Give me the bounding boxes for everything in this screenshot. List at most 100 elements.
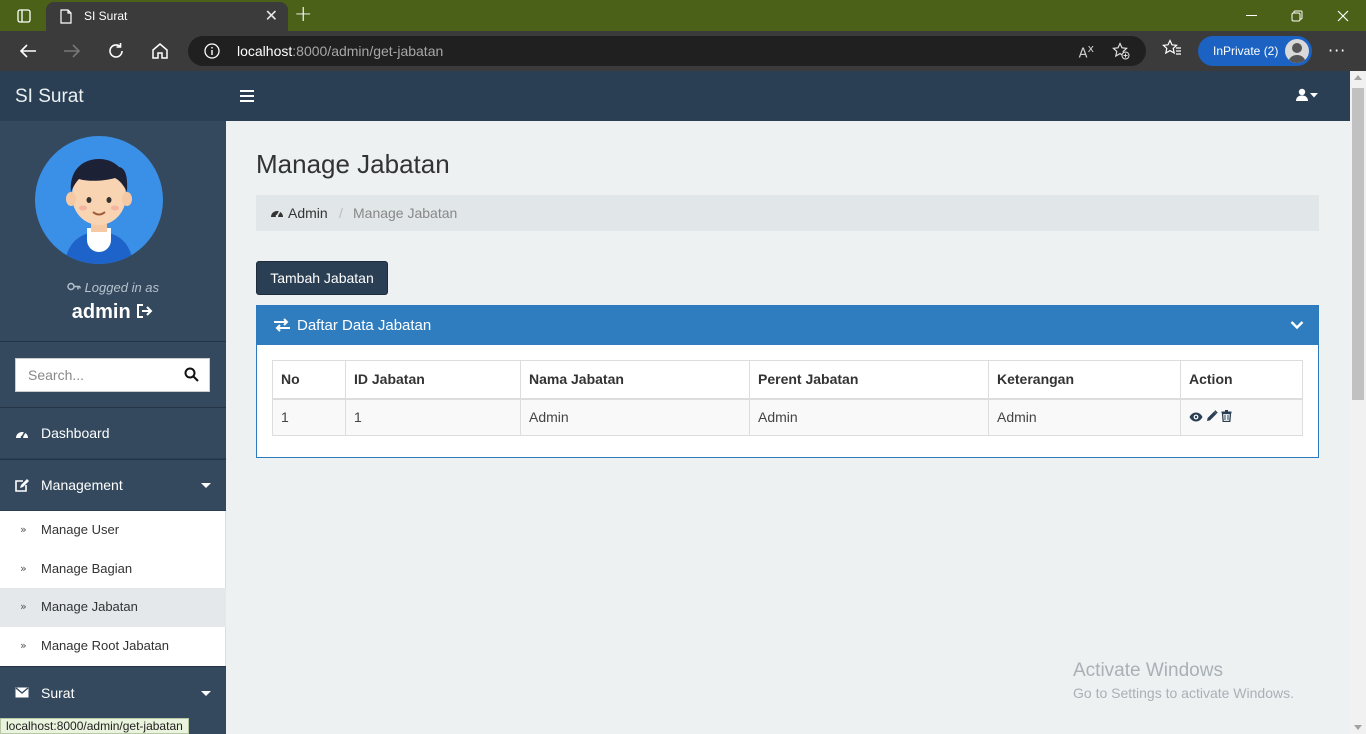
exchange-icon	[273, 318, 291, 336]
sidebar-item-manage-bagian[interactable]: » Manage Bagian	[0, 550, 226, 589]
minimize-icon[interactable]	[1228, 0, 1274, 31]
forward-icon[interactable]	[60, 39, 84, 63]
sidebar-item-manage-root-jabatan[interactable]: » Manage Root Jabatan	[0, 627, 226, 666]
double-chevron-icon: »	[20, 523, 27, 536]
browser-tab-bar: SI Surat ✕ +	[0, 0, 1366, 31]
dashboard-icon	[15, 427, 29, 443]
trash-icon[interactable]	[1221, 409, 1232, 425]
sidebar: SI Surat Logged in as admin Search... Da…	[0, 71, 226, 734]
table-row: 1 1 Admin Admin Admin	[272, 398, 1303, 436]
web-page: SI Surat Logged in as admin Search... Da…	[0, 71, 1350, 734]
management-submenu: » Manage User » Manage Bagian » Manage J…	[0, 511, 226, 666]
inprivate-button[interactable]: InPrivate (2)	[1198, 36, 1312, 66]
double-chevron-icon: »	[20, 562, 27, 575]
avatar	[35, 136, 163, 264]
inprivate-label: InPrivate (2)	[1213, 44, 1279, 58]
cell-perent: Admin	[749, 398, 989, 436]
profile-panel: Logged in as admin	[0, 121, 226, 341]
window-close-icon[interactable]	[1320, 0, 1366, 31]
back-icon[interactable]	[16, 39, 40, 63]
restore-icon[interactable]	[1274, 0, 1320, 31]
brand-title: SI Surat	[15, 86, 84, 107]
sidebar-search	[0, 341, 226, 407]
logged-in-text: Logged in as	[0, 280, 226, 295]
sidebar-subitem-label: Manage Jabatan	[41, 599, 138, 614]
sidebar-item-label: Dashboard	[41, 425, 110, 441]
column-header-id: ID Jabatan	[345, 360, 521, 400]
view-icon[interactable]	[1189, 409, 1203, 425]
brand[interactable]: SI Surat	[0, 71, 226, 121]
double-chevron-icon: »	[20, 639, 27, 652]
cell-action	[1180, 398, 1303, 436]
double-chevron-icon: »	[20, 600, 27, 613]
add-jabatan-button[interactable]: Tambah Jabatan	[256, 261, 388, 295]
key-icon	[67, 280, 85, 295]
site-info-icon[interactable]	[204, 43, 220, 63]
search-icon[interactable]	[184, 367, 199, 386]
panel-title: Daftar Data Jabatan	[297, 317, 432, 334]
edit-pencil-icon[interactable]	[1206, 409, 1218, 425]
favorites-icon[interactable]	[1162, 39, 1182, 61]
caret-down-icon	[201, 691, 211, 696]
sidebar-item-manage-user[interactable]: » Manage User	[0, 511, 226, 550]
logout-icon[interactable]	[136, 301, 154, 323]
tab-actions-icon[interactable]	[8, 6, 40, 26]
top-navbar	[226, 71, 1350, 121]
browser-toolbar: localhost:8000/admin/get-jabatan Aⅹ InPr…	[0, 31, 1366, 71]
scrollbar-thumb[interactable]	[1352, 88, 1364, 400]
sidebar-subitem-label: Manage Root Jabatan	[41, 638, 169, 653]
sidebar-item-management[interactable]: Management	[0, 459, 226, 510]
browser-tab[interactable]: SI Surat ✕	[46, 2, 288, 31]
search-box	[15, 358, 210, 392]
more-options-icon[interactable]: ···	[1328, 41, 1346, 60]
main-content: Manage Jabatan Admin / Manage Jabatan Ta…	[226, 121, 1350, 734]
sidebar-item-dashboard[interactable]: Dashboard	[0, 407, 226, 458]
new-tab-icon[interactable]: +	[294, 3, 312, 27]
cell-no: 1	[272, 398, 346, 436]
watermark-title: Activate Windows	[1073, 660, 1223, 681]
close-tab-icon[interactable]: ✕	[265, 7, 278, 25]
user-menu-icon[interactable]	[1296, 88, 1320, 102]
table-header-row: No ID Jabatan Nama Jabatan Perent Jabata…	[272, 360, 1303, 400]
url-text: localhost:8000/admin/get-jabatan	[237, 43, 443, 59]
column-header-no: No	[272, 360, 346, 400]
breadcrumb-home-link[interactable]: Admin	[288, 205, 328, 221]
envelope-icon	[15, 687, 29, 702]
address-bar[interactable]: localhost:8000/admin/get-jabatan Aⅹ	[188, 36, 1146, 66]
tab-title: SI Surat	[84, 9, 128, 23]
column-header-keterangan: Keterangan	[988, 360, 1181, 400]
home-icon[interactable]	[148, 39, 172, 63]
cell-nama: Admin	[520, 398, 750, 436]
activate-windows-watermark: Activate Windows Go to Settings to activ…	[1073, 660, 1294, 701]
username: admin	[71, 301, 131, 323]
username-row: admin	[0, 301, 226, 324]
sidebar-subitem-label: Manage User	[41, 522, 120, 537]
sidebar-item-manage-jabatan[interactable]: » Manage Jabatan	[0, 588, 226, 627]
cell-keterangan: Admin	[988, 398, 1181, 436]
edit-icon	[15, 479, 29, 496]
browser-status-url: localhost:8000/admin/get-jabatan	[0, 718, 189, 734]
cell-id: 1	[345, 398, 521, 436]
column-header-nama: Nama Jabatan	[520, 360, 750, 400]
logged-in-label: Logged in as	[84, 280, 160, 295]
search-input[interactable]	[16, 359, 176, 391]
page-scrollbar[interactable]	[1350, 71, 1366, 734]
column-header-action: Action	[1180, 360, 1303, 400]
url-path: :8000/admin/get-jabatan	[292, 43, 444, 59]
sidebar-item-label: Management	[41, 477, 123, 493]
dashboard-icon	[270, 206, 284, 222]
scroll-up-icon[interactable]	[1354, 75, 1362, 80]
url-host: localhost	[237, 43, 293, 59]
read-aloud-icon[interactable]: Aⅹ	[1079, 42, 1094, 61]
add-favorite-icon[interactable]	[1112, 42, 1130, 64]
scroll-down-icon[interactable]	[1354, 725, 1362, 730]
refresh-icon[interactable]	[104, 39, 128, 63]
jabatan-table: No ID Jabatan Nama Jabatan Perent Jabata…	[272, 360, 1303, 436]
sidebar-item-label: Surat	[41, 685, 75, 701]
collapse-chevron-icon[interactable]	[1290, 319, 1304, 334]
page-title: Manage Jabatan	[256, 149, 450, 179]
jabatan-panel: Daftar Data Jabatan No ID Jabatan Nama J…	[256, 305, 1319, 458]
menu-toggle-icon[interactable]	[240, 90, 254, 106]
panel-header: Daftar Data Jabatan	[257, 306, 1318, 345]
page-icon	[60, 9, 72, 28]
